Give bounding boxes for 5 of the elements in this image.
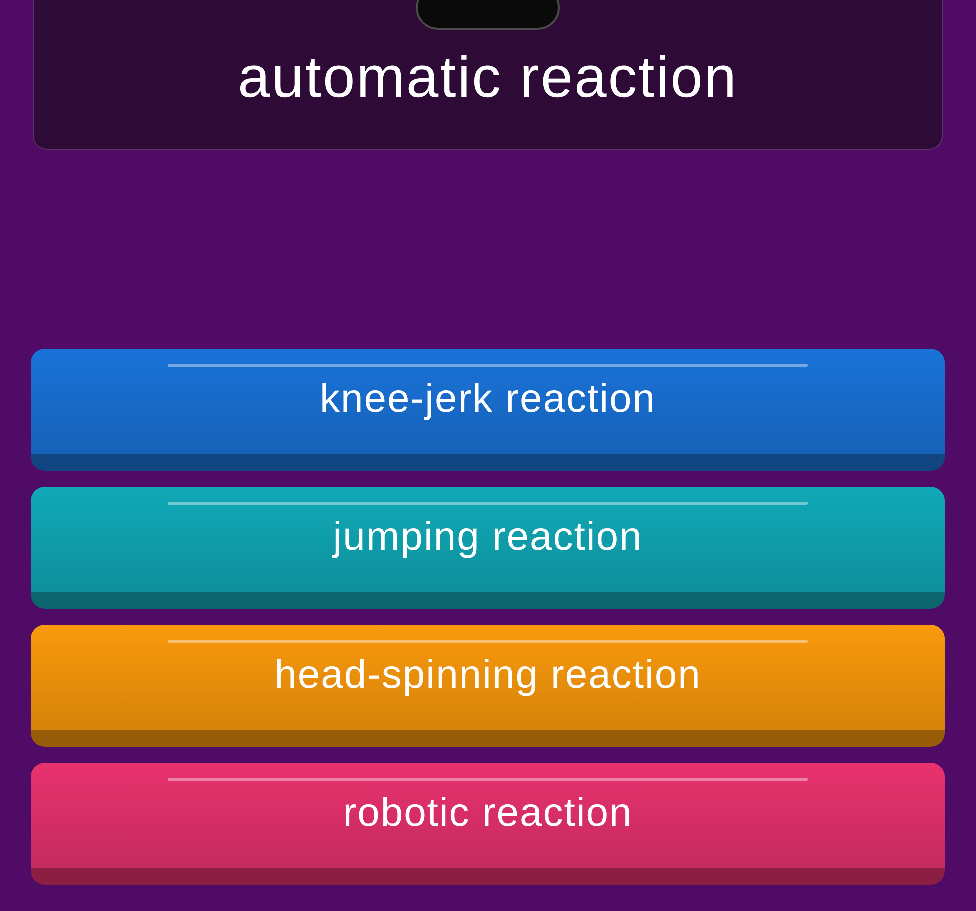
answer-option[interactable]: robotic reaction: [31, 763, 945, 885]
answer-option[interactable]: head-spinning reaction: [31, 625, 945, 747]
answer-option[interactable]: knee-jerk reaction: [31, 349, 945, 471]
answer-option[interactable]: jumping reaction: [31, 487, 945, 609]
question-text: automatic reaction: [238, 48, 738, 106]
